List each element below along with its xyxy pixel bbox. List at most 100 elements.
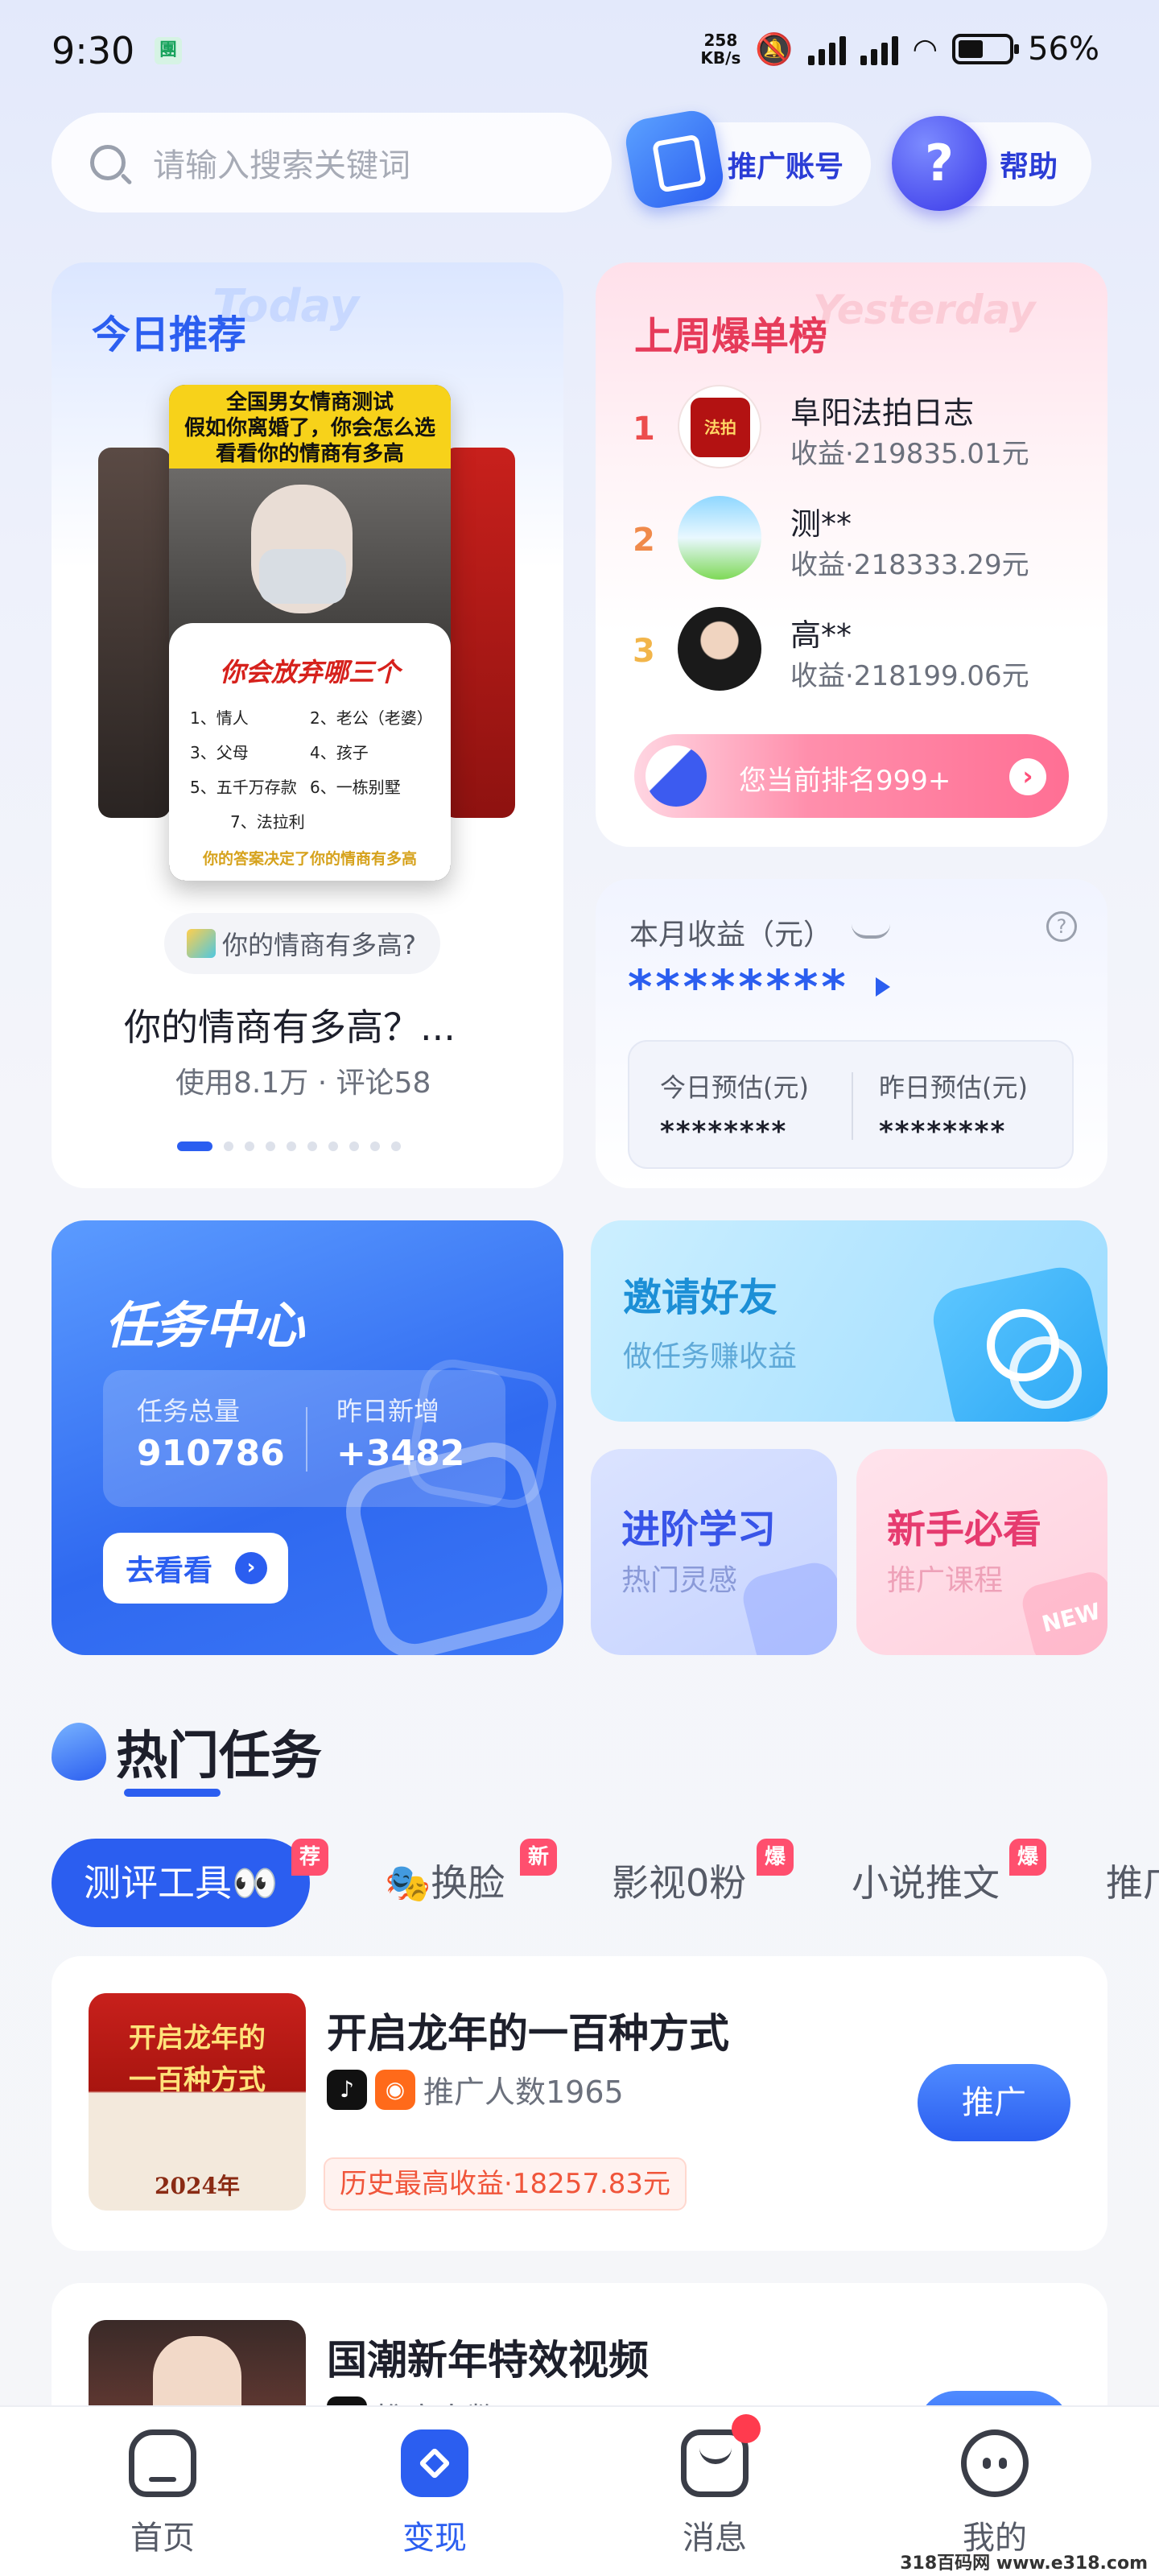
nav-profile[interactable]: 我的	[922, 2429, 1067, 2558]
hot-badge: 爆	[757, 1839, 794, 1876]
profile-face-icon	[961, 2429, 1029, 2497]
my-rank-button[interactable]: 您当前排名999+ ›	[634, 734, 1069, 818]
tab-film-zero-fans[interactable]: 影视0粉	[612, 1839, 746, 1927]
yesterday-estimate: 昨日预估(元) ********	[879, 1072, 1028, 1148]
poster-headline: 全国男女情商测试 假如你离婚了，你会怎么选 看看你的情商有多高	[169, 385, 451, 469]
message-icon	[681, 2414, 761, 2497]
rank-name: 高**	[790, 617, 852, 653]
task-stats-box: 任务总量 910786 昨日新增 +3482	[103, 1370, 505, 1507]
signal-icon	[807, 33, 846, 65]
mute-icon: 🔕	[755, 31, 794, 67]
task-thumbnail: 开启龙年的 一百种方式 2024年	[89, 1993, 306, 2211]
go-see-button[interactable]: 去看看 ›	[103, 1533, 288, 1604]
help-question-icon: ?	[892, 116, 987, 211]
new-badge: 新	[520, 1839, 557, 1876]
rank-row[interactable]: 1 法拍 阜阳法拍日志 收益·219835.01元	[633, 385, 1083, 473]
estimate-box: 今日预估(元) ******** 昨日预估(元) ********	[628, 1040, 1074, 1169]
monetize-icon	[401, 2429, 468, 2497]
invite-friends-card[interactable]: 邀请好友 做任务赚收益	[591, 1220, 1107, 1422]
poster-left-preview[interactable]	[98, 448, 171, 818]
tab-evaluation-tools[interactable]: 测评工具👀	[52, 1839, 311, 1927]
today-item-meta: 使用8.1万 · 评论58	[175, 1067, 431, 1100]
advanced-learning-card[interactable]: 进阶学习 热门灵感	[591, 1449, 837, 1655]
promo-account-button[interactable]: 推广账号	[622, 107, 871, 212]
task-center-title: 任务中心	[105, 1296, 305, 1355]
battery-icon	[952, 34, 1020, 64]
avatar	[678, 607, 761, 691]
rank-number: 1	[633, 411, 655, 448]
invite-title: 邀请好友	[623, 1275, 778, 1320]
kuaishou-icon: ◉	[375, 2069, 415, 2110]
newbie-guide-card[interactable]: NEW 新手必看 推广课程	[856, 1449, 1107, 1655]
poster-right-preview[interactable]	[443, 448, 515, 818]
learn-title: 进阶学习	[621, 1507, 777, 1552]
task-center-card[interactable]: 任务中心 任务总量 910786 昨日新增 +3482 去看看 ›	[52, 1220, 563, 1655]
promote-button[interactable]: 推广	[918, 2064, 1070, 2141]
tab-face-swap[interactable]: 🎭换脸	[385, 1839, 505, 1927]
max-earning-badge: 历史最高收益·18257.83元	[324, 2157, 687, 2211]
home-icon	[129, 2429, 196, 2497]
unread-dot	[732, 2414, 761, 2443]
task-new: 昨日新增 +3482	[336, 1396, 465, 1474]
promo-account-label: 推广账号	[728, 151, 844, 184]
rank-number: 2	[633, 522, 655, 559]
rank-name: 阜阳法拍日志	[790, 395, 975, 431]
watermark: 318百码网 www.e318.com	[900, 2553, 1148, 2574]
tab-promo[interactable]: 推广	[1106, 1839, 1159, 1927]
today-estimate: 今日预估(元) ********	[660, 1072, 809, 1148]
search-input[interactable]: 请输入搜索关键词	[153, 139, 410, 186]
monthly-value: ********	[628, 960, 849, 1014]
help-button[interactable]: ? 帮助	[892, 116, 1091, 211]
today-title: 今日推荐	[92, 312, 247, 357]
book-icon	[738, 1558, 837, 1655]
search-icon	[90, 145, 126, 180]
weekly-ranking-card[interactable]: Yesterday 上周爆单榜 1 法拍 阜阳法拍日志 收益·219835.01…	[596, 262, 1107, 847]
task-platforms: ♪ ◉ 推广人数1965	[327, 2067, 624, 2112]
hot-tasks-header: 热门任务	[52, 1715, 322, 1797]
battery-level: 56%	[1028, 31, 1099, 68]
promoter-count: 推广人数1965	[423, 2074, 624, 2110]
task-list-item[interactable]: 开启龙年的 一百种方式 2024年 开启龙年的一百种方式 ♪ ◉ 推广人数196…	[52, 1956, 1107, 2251]
learn-subtitle: 热门灵感	[621, 1564, 738, 1597]
tab-novel-promo[interactable]: 小说推文	[852, 1839, 1000, 1927]
today-item-name[interactable]: 你的情商有多高？...	[124, 998, 456, 1051]
hot-tasks-title: 热门任务	[116, 1715, 322, 1797]
today-tag-chip[interactable]: 你的情商有多高?	[164, 913, 440, 974]
carousel-dots[interactable]	[177, 1141, 401, 1151]
my-rank-badge-icon	[645, 745, 707, 807]
task-category-tabs[interactable]: 测评工具👀 荐 🎭换脸 新 影视0粉 爆 小说推文 爆 推广	[52, 1839, 1159, 1927]
play-arrow-icon[interactable]	[876, 977, 890, 997]
question-icon[interactable]: ?	[1046, 911, 1077, 942]
recommend-badge: 荐	[291, 1839, 328, 1876]
rank-row[interactable]: 2 测** 收益·218333.29元	[633, 496, 1083, 584]
divider	[852, 1072, 853, 1140]
status-time: 9:30	[52, 29, 135, 72]
wifi-icon: ◠	[912, 32, 938, 66]
task-total: 任务总量 910786	[137, 1396, 285, 1474]
nav-home[interactable]: 首页	[90, 2429, 235, 2558]
eye-closed-icon[interactable]	[852, 924, 890, 939]
poster-question-card: 你会放弃哪三个 1、情人 2、老公（老婆） 3、父母 4、孩子 5、五千万存款 …	[169, 623, 451, 881]
rank-row[interactable]: 3 高** 收益·218199.06元	[633, 607, 1083, 696]
network-speed: 258 KB/s	[700, 31, 741, 68]
today-recommend-card[interactable]: Today 今日推荐 全国男女情商测试 假如你离婚了，你会怎么选 看看你的情商有…	[52, 262, 563, 1188]
account-card-icon	[622, 107, 727, 212]
douyin-icon: ♪	[327, 2069, 367, 2110]
monthly-earnings-card[interactable]: 本月收益（元） ? ******** 今日预估(元) ******** 昨日预估…	[596, 879, 1107, 1188]
task-title: 国潮新年特效视频	[327, 2337, 649, 2384]
newbie-subtitle: 推广课程	[887, 1564, 1004, 1597]
invite-subtitle: 做任务赚收益	[623, 1340, 798, 1373]
search-bar[interactable]: 请输入搜索关键词	[52, 113, 612, 213]
nav-messages[interactable]: 消息	[642, 2414, 787, 2558]
chevron-right-icon: ›	[235, 1552, 267, 1584]
monthly-label: 本月收益（元）	[629, 919, 833, 952]
hot-badge: 爆	[1009, 1839, 1046, 1876]
weekly-title: 上周爆单榜	[634, 314, 828, 359]
poster-main[interactable]: 全国男女情商测试 假如你离婚了，你会怎么选 看看你的情商有多高 你会放弃哪三个 …	[169, 385, 451, 881]
nav-monetize[interactable]: 变现	[362, 2429, 507, 2558]
signal-icon-2	[860, 33, 898, 65]
rank-earning: 收益·218199.06元	[790, 660, 1029, 692]
new-badge-icon: NEW	[1018, 1568, 1107, 1655]
rank-earning: 收益·218333.29元	[790, 549, 1029, 581]
poster-question: 你会放弃哪三个	[219, 657, 400, 687]
